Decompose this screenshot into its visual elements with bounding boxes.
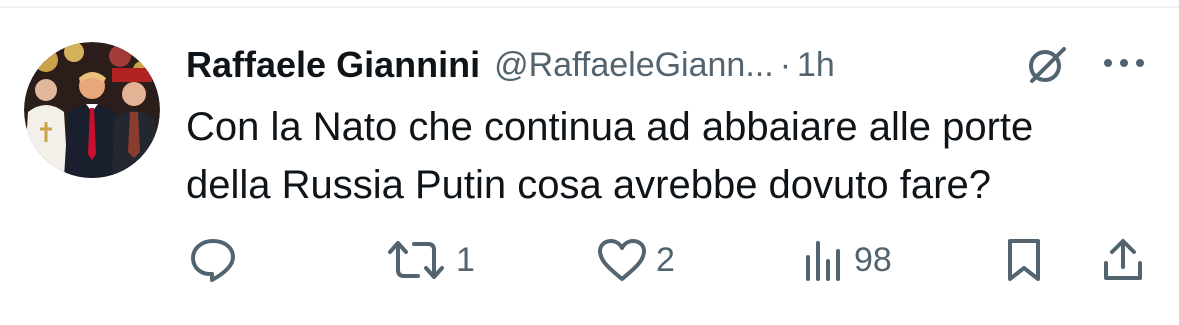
tweet-actions: 1 2 98 [0,230,1179,290]
author-handle[interactable]: @RaffaeleGiann... [494,46,774,85]
retweet-icon [388,241,444,279]
more-icon[interactable] [1100,55,1148,71]
top-divider [0,6,1179,8]
views-button[interactable]: 98 [800,230,892,290]
grok-icon[interactable] [1022,43,1072,87]
reply-icon [191,239,235,282]
retweet-count: 1 [456,240,475,279]
retweet-button[interactable]: 1 [384,230,475,290]
share-button[interactable] [1100,230,1146,290]
bookmark-icon [1008,239,1040,281]
avatar[interactable] [24,42,160,178]
heart-icon [598,239,646,281]
views-chart-icon [806,241,840,281]
views-count: 98 [854,240,892,279]
tweet-text-line: Con la Nato che continua ad abbaiare all… [186,105,1034,149]
bookmark-button[interactable] [1004,230,1044,290]
tweet-text: Con la Nato che continua ad abbaiare all… [186,98,1166,214]
tweet-text-line: della Russia Putin cosa avrebbe dovuto f… [186,163,991,207]
tweet-header: Raffaele Giannini @RaffaeleGiann... · 1h [186,40,835,90]
tweet-time[interactable]: 1h [797,46,835,85]
separator-dot: · [779,45,792,84]
share-icon [1104,239,1142,280]
like-button[interactable]: 2 [596,230,675,290]
avatar-photo-icon [24,42,160,178]
reply-button[interactable] [188,230,246,290]
author-display-name[interactable]: Raffaele Giannini [186,44,480,86]
like-count: 2 [656,240,675,279]
